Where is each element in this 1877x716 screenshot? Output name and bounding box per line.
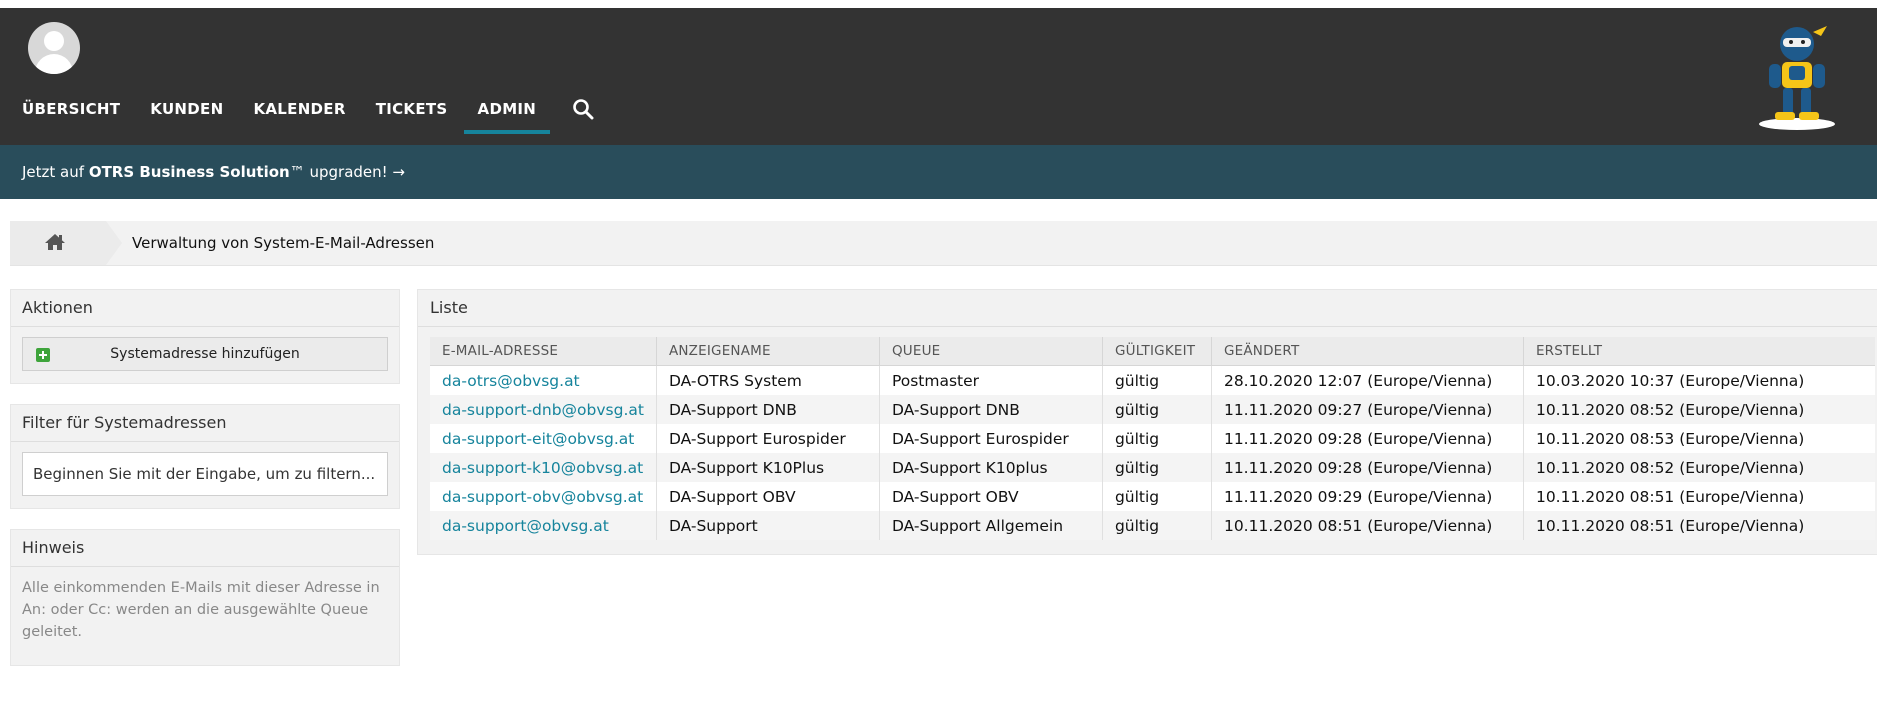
upgrade-link[interactable]: Jetzt auf OTRS Business Solution™ upgrad… xyxy=(22,163,405,181)
email-address-link[interactable]: da-support@obvsg.at xyxy=(442,517,609,535)
changed-cell: 10.11.2020 08:51 (Europe/Vienna) xyxy=(1211,511,1524,540)
breadcrumb-separator xyxy=(106,221,122,265)
email-address-cell: da-support-k10@obvsg.at xyxy=(430,453,657,482)
created-cell: 10.03.2020 10:37 (Europe/Vienna) xyxy=(1523,365,1875,395)
table-row[interactable]: da-support-dnb@obvsg.at DA-Support DNB DA-… xyxy=(430,395,1875,424)
main-navigation: ÜBERSICHT KUNDEN KALENDER TICKETS ADMIN xyxy=(22,88,566,134)
email-address-cell: da-support-eit@obvsg.at xyxy=(430,424,657,453)
add-system-address-button[interactable]: Systemadresse hinzufügen xyxy=(22,337,388,371)
changed-cell: 11.11.2020 09:28 (Europe/Vienna) xyxy=(1211,453,1524,482)
nav-item-admin[interactable]: ADMIN xyxy=(463,88,550,134)
validity-cell: gültig xyxy=(1102,482,1212,511)
validity-cell: gültig xyxy=(1102,424,1212,453)
upgrade-product: OTRS Business Solution xyxy=(88,163,290,181)
validity-cell: gültig xyxy=(1102,395,1212,424)
list-widget: Liste E-MAIL-ADRESSE ANZEIGENAME QUEUE G… xyxy=(417,289,1877,555)
system-address-table: E-MAIL-ADRESSE ANZEIGENAME QUEUE GÜLTIGK… xyxy=(430,337,1875,540)
column-header[interactable]: GEÄNDERT xyxy=(1211,337,1524,366)
upgrade-prefix: Jetzt auf xyxy=(22,163,89,181)
table-row[interactable]: da-support-eit@obvsg.at DA-Support Eurosp… xyxy=(430,424,1875,453)
queue-cell: DA-Support Allgemein xyxy=(879,511,1103,540)
changed-cell: 11.11.2020 09:29 (Europe/Vienna) xyxy=(1211,482,1524,511)
display-name-cell: DA-Support DNB xyxy=(656,395,880,424)
column-header[interactable]: GÜLTIGKEIT xyxy=(1102,337,1212,366)
queue-cell: DA-Support K10plus xyxy=(879,453,1103,482)
nav-item-kalender[interactable]: KALENDER xyxy=(253,88,345,118)
hint-title: Hinweis xyxy=(11,530,399,567)
upgrade-trademark: ™ xyxy=(289,163,305,181)
filter-widget: Filter für Systemadressen xyxy=(10,404,400,509)
changed-cell: 11.11.2020 09:27 (Europe/Vienna) xyxy=(1211,395,1524,424)
nav-item-kunden[interactable]: KUNDEN xyxy=(150,88,223,118)
breadcrumb-current: Verwaltung von System-E-Mail-Adressen xyxy=(132,234,435,252)
email-address-cell: da-support-obv@obvsg.at xyxy=(430,482,657,511)
email-address-link[interactable]: da-support-k10@obvsg.at xyxy=(442,459,643,477)
column-header[interactable]: ANZEIGENAME xyxy=(656,337,880,366)
email-address-link[interactable]: da-otrs@obvsg.at xyxy=(442,372,580,390)
home-icon xyxy=(45,234,65,250)
email-address-link[interactable]: da-support-obv@obvsg.at xyxy=(442,488,643,506)
main-content: Liste E-MAIL-ADRESSE ANZEIGENAME QUEUE G… xyxy=(417,289,1877,575)
breadcrumb-home[interactable] xyxy=(10,221,106,265)
nav-item-tickets[interactable]: TICKETS xyxy=(376,88,448,118)
display-name-cell: DA-Support xyxy=(656,511,880,540)
hint-widget: Hinweis Alle einkommenden E-Mails mit di… xyxy=(10,529,400,666)
search-icon[interactable] xyxy=(572,98,594,120)
filter-input[interactable] xyxy=(22,452,388,496)
email-address-link[interactable]: da-support-dnb@obvsg.at xyxy=(442,401,644,419)
queue-cell: DA-Support DNB xyxy=(879,395,1103,424)
otrs-ninja-mascot-logo[interactable] xyxy=(1755,24,1839,132)
email-address-cell: da-otrs@obvsg.at xyxy=(430,365,657,395)
table-row[interactable]: da-support-obv@obvsg.at DA-Support OBV DA-… xyxy=(430,482,1875,511)
created-cell: 10.11.2020 08:51 (Europe/Vienna) xyxy=(1523,511,1875,540)
changed-cell: 28.10.2020 12:07 (Europe/Vienna) xyxy=(1211,365,1524,395)
table-row[interactable]: da-support@obvsg.at DA-Support DA-Support … xyxy=(430,511,1875,540)
top-strip xyxy=(0,0,1877,8)
column-header[interactable]: QUEUE xyxy=(879,337,1103,366)
add-system-address-label: Systemadresse hinzufügen xyxy=(110,346,300,362)
queue-cell: DA-Support Eurospider xyxy=(879,424,1103,453)
created-cell: 10.11.2020 08:52 (Europe/Vienna) xyxy=(1523,395,1875,424)
sidebar: Aktionen Systemadresse hinzufügen Filter… xyxy=(10,289,400,686)
table-header-row: E-MAIL-ADRESSE ANZEIGENAME QUEUE GÜLTIGK… xyxy=(430,337,1875,366)
breadcrumb: Verwaltung von System-E-Mail-Adressen xyxy=(10,221,1877,266)
hint-text: Alle einkommenden E-Mails mit dieser Adr… xyxy=(22,580,380,640)
validity-cell: gültig xyxy=(1102,511,1212,540)
user-avatar-icon[interactable] xyxy=(28,22,80,74)
display-name-cell: DA-Support OBV xyxy=(656,482,880,511)
created-cell: 10.11.2020 08:51 (Europe/Vienna) xyxy=(1523,482,1875,511)
email-address-cell: da-support@obvsg.at xyxy=(430,511,657,540)
list-title: Liste xyxy=(418,290,1877,327)
validity-cell: gültig xyxy=(1102,365,1212,395)
display-name-cell: DA-Support Eurospider xyxy=(656,424,880,453)
column-header[interactable]: ERSTELLT xyxy=(1523,337,1875,366)
column-header[interactable]: E-MAIL-ADRESSE xyxy=(430,337,657,366)
validity-cell: gültig xyxy=(1102,453,1212,482)
display-name-cell: DA-OTRS System xyxy=(656,365,880,395)
queue-cell: DA-Support OBV xyxy=(879,482,1103,511)
queue-cell: Postmaster xyxy=(879,365,1103,395)
nav-item-uebersicht[interactable]: ÜBERSICHT xyxy=(22,88,120,118)
created-cell: 10.11.2020 08:52 (Europe/Vienna) xyxy=(1523,453,1875,482)
email-address-cell: da-support-dnb@obvsg.at xyxy=(430,395,657,424)
changed-cell: 11.11.2020 09:28 (Europe/Vienna) xyxy=(1211,424,1524,453)
actions-title: Aktionen xyxy=(11,290,399,327)
table-row[interactable]: da-support-k10@obvsg.at DA-Support K10Plu… xyxy=(430,453,1875,482)
actions-widget: Aktionen Systemadresse hinzufügen xyxy=(10,289,400,384)
upgrade-banner: Jetzt auf OTRS Business Solution™ upgrad… xyxy=(0,145,1877,199)
email-address-link[interactable]: da-support-eit@obvsg.at xyxy=(442,430,634,448)
filter-title: Filter für Systemadressen xyxy=(11,405,399,442)
display-name-cell: DA-Support K10Plus xyxy=(656,453,880,482)
upgrade-suffix: upgraden! → xyxy=(304,163,406,181)
created-cell: 10.11.2020 08:53 (Europe/Vienna) xyxy=(1523,424,1875,453)
table-row[interactable]: da-otrs@obvsg.at DA-OTRS System Postmaster… xyxy=(430,365,1875,395)
